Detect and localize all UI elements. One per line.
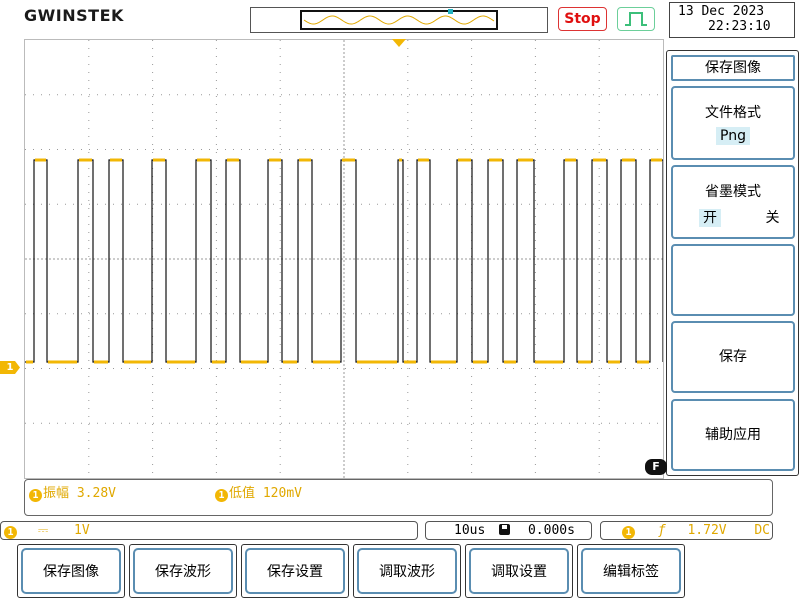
run-stop-status[interactable]: Stop xyxy=(558,7,607,31)
function-key-badge: F xyxy=(645,459,667,475)
bottom-button-edit-label[interactable]: 编辑标签 xyxy=(577,544,685,598)
bottom-button-label: 保存设置 xyxy=(245,548,345,594)
channel-1-badge: 1 xyxy=(215,489,228,502)
assist-apps-label: 辅助应用 xyxy=(705,427,761,443)
bottom-button-save-setup[interactable]: 保存设置 xyxy=(241,544,349,598)
overview-window xyxy=(300,9,498,30)
measurement-amplitude: 1 振幅 3.28V xyxy=(29,482,116,502)
bottom-button-label: 调取波形 xyxy=(357,548,457,594)
menu-empty-slot[interactable] xyxy=(671,244,795,316)
date-time-display: 13 Dec 2023 22:23:10 xyxy=(669,2,795,38)
trigger-rising-edge-icon[interactable] xyxy=(617,7,655,31)
ink-saver-off-option: 关 xyxy=(765,210,780,226)
waveform-overview-bar xyxy=(250,7,548,33)
timebase-value: 10us xyxy=(454,523,486,538)
bottom-button-label: 编辑标签 xyxy=(581,548,681,594)
trigger-level: 1.72V xyxy=(687,523,727,538)
side-menu-title: 保存图像 xyxy=(671,55,795,81)
trigger-position-arrow-icon xyxy=(392,39,406,47)
bottom-button-label: 调取设置 xyxy=(469,548,569,594)
bottom-button-label: 保存波形 xyxy=(133,548,233,594)
save-label: 保存 xyxy=(719,349,747,365)
menu-save-button[interactable]: 保存 xyxy=(671,321,795,393)
bottom-button-save-image[interactable]: 保存图像 xyxy=(17,544,125,598)
file-format-label: 文件格式 xyxy=(705,105,761,121)
overview-wave xyxy=(303,15,495,25)
measurement-value: 3.28V xyxy=(76,486,116,501)
channel-1-badge: 1 xyxy=(29,489,42,502)
ink-saver-on-option: 开 xyxy=(699,209,721,227)
trigger-coupling: DC xyxy=(754,523,770,538)
channel-1-marker-icon[interactable]: 1 xyxy=(0,361,20,374)
save-disk-icon xyxy=(499,524,511,535)
dc-coupling-icon: ⎓ xyxy=(37,523,49,538)
bottom-button-label: 保存图像 xyxy=(21,548,121,594)
trigger-rising-slope-icon: ƒ xyxy=(657,523,666,538)
measurement-low: 1 低值 120mV xyxy=(215,482,302,502)
measurement-value: 120mV xyxy=(262,486,302,501)
horizontal-position: 0.000s xyxy=(527,523,575,538)
measurement-name: 低值 xyxy=(229,486,256,501)
file-format-value: Png xyxy=(716,127,750,145)
trigger-status[interactable]: 1 ƒ 1.72V DC xyxy=(600,521,773,540)
channel-1-status[interactable]: 1 ⎓ 1V xyxy=(0,521,418,540)
date-text: 13 Dec 2023 xyxy=(678,4,765,19)
bottom-button-recall-waveform[interactable]: 调取波形 xyxy=(353,544,461,598)
trigger-channel-badge: 1 xyxy=(622,526,635,539)
time-text: 22:23:10 xyxy=(708,19,771,34)
brand-logo: GWINSTEK xyxy=(24,6,124,25)
graticule-and-trace xyxy=(25,40,664,478)
channel-1-badge: 1 xyxy=(4,526,17,539)
bottom-button-save-waveform[interactable]: 保存波形 xyxy=(129,544,237,598)
bottom-button-recall-setup[interactable]: 调取设置 xyxy=(465,544,573,598)
menu-file-format[interactable]: 文件格式 Png xyxy=(671,86,795,160)
ink-saver-label: 省墨模式 xyxy=(705,184,761,200)
measurement-bar[interactable]: 1 振幅 3.28V 1 低值 120mV xyxy=(24,479,773,516)
menu-ink-saver[interactable]: 省墨模式 开 关 xyxy=(671,165,795,239)
waveform-display-grid xyxy=(24,39,664,479)
channel-1-scale: 1V xyxy=(74,523,90,538)
menu-assist-apps-button[interactable]: 辅助应用 xyxy=(671,399,795,471)
measurement-name: 振幅 xyxy=(43,486,70,501)
timebase-status[interactable]: 10us 0.000s xyxy=(425,521,592,540)
